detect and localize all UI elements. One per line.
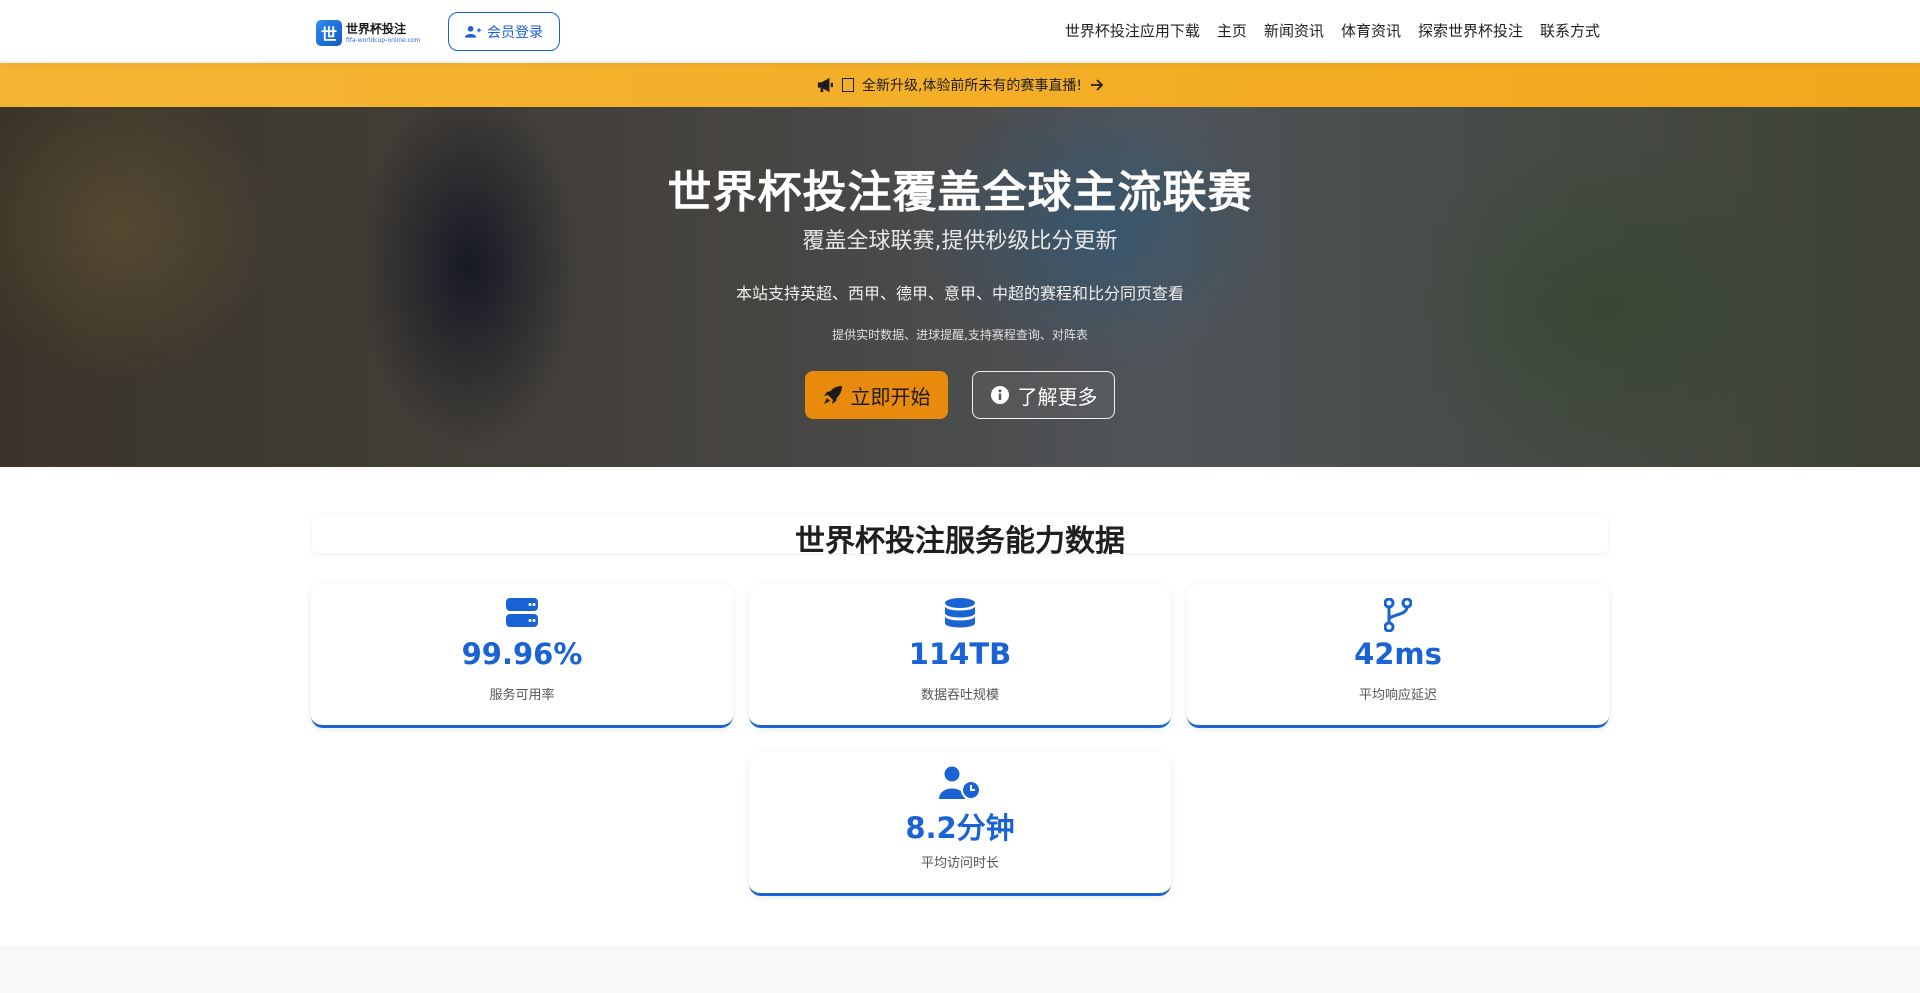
database-icon	[945, 598, 975, 628]
logo-subtitle: fifa-worldcup-online.com	[346, 36, 421, 44]
stat-card-visit-duration: 8.2分钟 平均访问时长	[749, 752, 1171, 896]
stat-card-availability: 99.96% 服务可用率	[311, 584, 733, 728]
announcement-text: 全新升级,体验前所未有的赛事直播!	[861, 78, 1083, 94]
stat-value: 99.96%	[461, 637, 583, 671]
member-login-button[interactable]: 会员登录	[448, 12, 560, 51]
member-login-label: 会员登录	[487, 24, 543, 41]
stat-value: 42ms	[1354, 637, 1442, 671]
stat-label: 服务可用率	[489, 688, 555, 703]
nav-item-explore[interactable]: 探索世界杯投注	[1418, 20, 1523, 41]
footer-strip	[0, 946, 1920, 993]
site-header: 世 世界杯投注 fifa-worldcup-online.com 会员登录 世界…	[0, 0, 1920, 62]
learn-more-button[interactable]: 了解更多	[972, 371, 1115, 419]
main-nav: 世界杯投注应用下载 主页 新闻资讯 体育资讯 探索世界杯投注 联系方式	[1065, 20, 1600, 41]
nav-item-app-download[interactable]: 世界杯投注应用下载	[1065, 20, 1200, 41]
arrow-right-icon	[1091, 79, 1104, 91]
hero-subtitle: 覆盖全球联赛,提供秒级比分更新	[802, 229, 1118, 254]
start-now-label: 立即开始	[850, 384, 931, 409]
logo-mark: 世	[316, 20, 342, 46]
user-plus-icon	[465, 25, 481, 38]
logo-title: 世界杯投注	[346, 21, 407, 36]
stats-section-title: 世界杯投注服务能力数据	[795, 524, 1125, 559]
nav-item-sports-news[interactable]: 体育资讯	[1341, 20, 1401, 41]
server-icon	[506, 598, 538, 627]
start-now-button[interactable]: 立即开始	[805, 371, 948, 419]
learn-more-label: 了解更多	[1017, 384, 1098, 409]
stat-label: 数据吞吐规模	[920, 688, 999, 703]
megaphone-icon	[817, 77, 833, 93]
site-logo[interactable]: 世 世界杯投注 fifa-worldcup-online.com	[316, 19, 420, 47]
placeholder-glyph-icon	[841, 78, 854, 92]
stat-value: 8.2分钟	[905, 811, 1015, 845]
user-clock-icon	[939, 766, 981, 800]
info-circle-icon	[990, 386, 1009, 404]
hero-title: 世界杯投注覆盖全球主流联赛	[667, 167, 1253, 218]
stat-card-throughput: 114TB 数据吞吐规模	[749, 584, 1171, 728]
stat-card-latency: 42ms 平均响应延迟	[1187, 584, 1609, 728]
nav-item-news[interactable]: 新闻资讯	[1264, 20, 1324, 41]
nav-item-contact[interactable]: 联系方式	[1540, 20, 1600, 41]
code-branch-icon	[1384, 598, 1412, 632]
nav-item-home[interactable]: 主页	[1217, 20, 1247, 41]
hero-banner: 世界杯投注覆盖全球主流联赛 覆盖全球联赛,提供秒级比分更新 本站支持英超、西甲、…	[0, 107, 1920, 467]
rocket-icon	[823, 386, 842, 404]
stat-label: 平均响应延迟	[1358, 688, 1437, 703]
stat-label: 平均访问时长	[920, 856, 999, 871]
announcement-bar[interactable]: 全新升级,体验前所未有的赛事直播!	[0, 63, 1920, 107]
stat-value: 114TB	[908, 637, 1012, 671]
hero-small-text: 提供实时数据、进球提醒,支持赛程查询、对阵表	[832, 328, 1088, 342]
hero-description: 本站支持英超、西甲、德甲、意甲、中超的赛程和比分同页查看	[735, 284, 1184, 303]
